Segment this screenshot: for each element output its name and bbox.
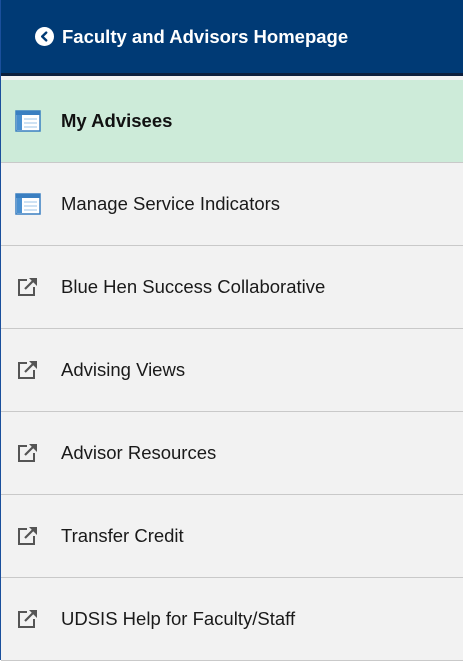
component-page-icon <box>14 110 41 132</box>
nav-item-label: Manage Service Indicators <box>61 193 281 214</box>
nav-item-label: Advisor Resources <box>61 442 217 463</box>
nav-item-label: UDSIS Help for Faculty/Staff <box>61 608 296 629</box>
external-link-icon <box>14 359 41 381</box>
nav-item-udsis-help[interactable]: UDSIS Help for Faculty/Staff <box>1 578 463 661</box>
back-button[interactable]: Faculty and Advisors Homepage <box>35 26 348 48</box>
nav-item-label: Transfer Credit <box>61 525 184 546</box>
navigation-panel: Faculty and Advisors Homepage My Advisee… <box>0 0 463 661</box>
external-link-icon <box>14 608 41 630</box>
nav-item-my-advisees[interactable]: My Advisees <box>1 80 463 163</box>
component-page-icon <box>14 193 41 215</box>
page-background <box>463 0 472 660</box>
nav-header-title[interactable]: Faculty and Advisors Homepage <box>62 26 348 48</box>
nav-item-advisor-resources[interactable]: Advisor Resources <box>1 412 463 495</box>
nav-item-label: Advising Views <box>61 359 186 380</box>
external-link-icon <box>14 442 41 464</box>
nav-item-advising-views[interactable]: Advising Views <box>1 329 463 412</box>
nav-menu: My Advisees Manage Service Indicators Bl… <box>1 80 463 661</box>
nav-header: Faculty and Advisors Homepage <box>1 0 463 76</box>
nav-item-label: My Advisees <box>61 110 173 131</box>
external-link-icon <box>14 525 41 547</box>
external-link-icon <box>14 276 41 298</box>
nav-item-label: Blue Hen Success Collaborative <box>61 276 326 297</box>
nav-item-manage-service-indicators[interactable]: Manage Service Indicators <box>1 163 463 246</box>
chevron-left-circle-icon[interactable] <box>35 27 54 46</box>
nav-item-transfer-credit[interactable]: Transfer Credit <box>1 495 463 578</box>
nav-item-blue-hen-success-collaborative[interactable]: Blue Hen Success Collaborative <box>1 246 463 329</box>
